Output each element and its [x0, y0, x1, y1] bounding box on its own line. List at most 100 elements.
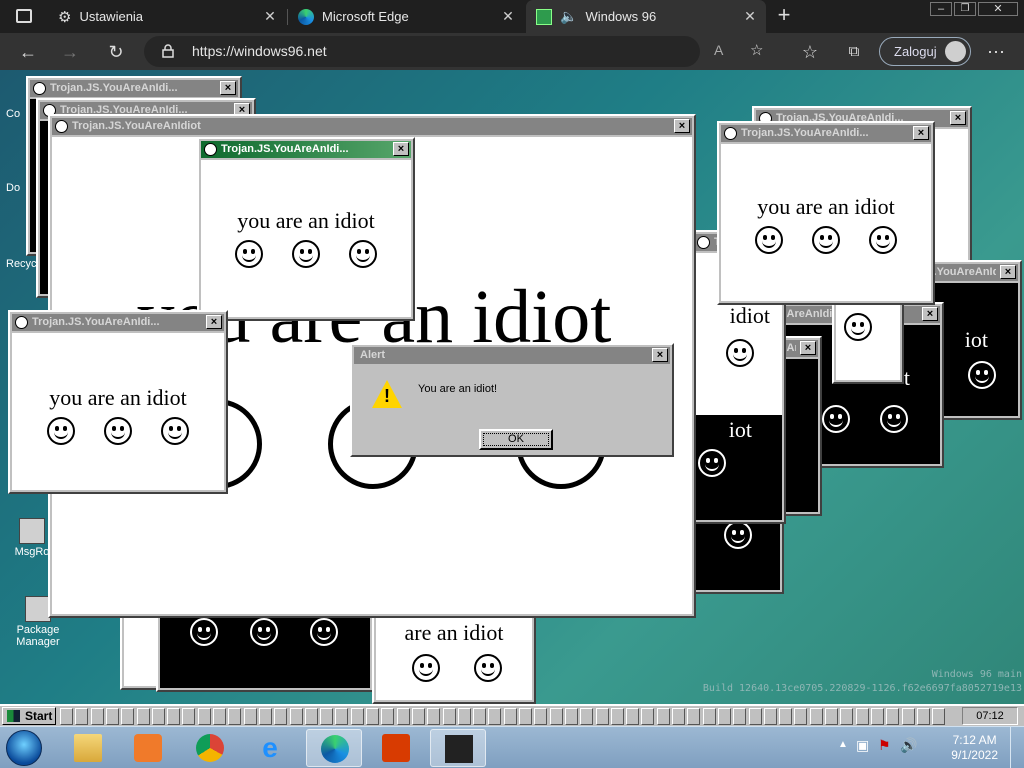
taskbar-window-button[interactable] [610, 708, 624, 725]
collections-icon[interactable]: ⧉ [840, 38, 868, 66]
close-button[interactable]: × [922, 307, 938, 321]
taskbar-window-button[interactable] [105, 708, 119, 725]
idiot-popup-window[interactable]: Trojan.JS.YouAreAnIdi... × you are an idi… [8, 310, 228, 494]
taskbar-window-button[interactable] [656, 708, 670, 725]
start-button[interactable]: Start [2, 707, 56, 725]
ok-button[interactable]: OK [479, 429, 553, 450]
close-button[interactable]: × [1000, 265, 1016, 279]
tab-windows96[interactable]: 🔈 Windows 96 ✕ [526, 0, 766, 33]
taskbar-window-button[interactable] [289, 708, 303, 725]
new-tab-button[interactable]: + [772, 4, 796, 28]
taskbar-window-button[interactable] [411, 708, 425, 725]
close-button[interactable]: × [652, 348, 668, 362]
idiot-popup-window[interactable]: are an idiot [372, 610, 536, 704]
taskbar-window-button[interactable] [473, 708, 487, 725]
tab-settings[interactable]: ⚙ Ustawienia ✕ [46, 0, 286, 33]
windows-start-orb-icon[interactable] [6, 730, 42, 766]
taskbar-window-button[interactable] [121, 708, 135, 725]
taskbar-window-button[interactable] [549, 708, 563, 725]
taskbar-window-button[interactable] [151, 708, 165, 725]
taskbar-window-button[interactable] [534, 708, 548, 725]
taskbar-window-button[interactable] [580, 708, 594, 725]
taskbar-window-button[interactable] [197, 708, 211, 725]
taskbar-window-button[interactable] [794, 708, 808, 725]
taskbar-window-button[interactable] [748, 708, 762, 725]
taskbar-window-button[interactable] [167, 708, 181, 725]
desktop-icon-msgroom[interactable]: MsgRo [12, 518, 52, 558]
taskbar-window-button[interactable] [702, 708, 716, 725]
taskbar-window-button[interactable] [672, 708, 685, 725]
action-center-icon[interactable]: ⚑ [878, 737, 891, 754]
idiot-popup-window-active[interactable]: Trojan.JS.YouAreAnIdi... × you are an idi… [197, 137, 415, 321]
tab-actions-icon[interactable] [16, 9, 32, 23]
taskbar-window-button[interactable] [916, 708, 930, 725]
window-maximize-button[interactable]: ❐ [954, 2, 976, 16]
taskbar-window-button[interactable] [75, 708, 89, 725]
taskbar-window-button[interactable] [213, 708, 226, 725]
close-icon[interactable]: ✕ [262, 8, 278, 24]
taskbar-window-button[interactable] [886, 708, 900, 725]
taskbar-window-button[interactable] [182, 708, 196, 725]
window-minimize-button[interactable]: – [930, 2, 952, 16]
address-bar[interactable]: https://windows96.net A ☆ [144, 36, 763, 67]
taskbar-window-button[interactable] [258, 708, 272, 725]
taskbar-window-button[interactable] [228, 708, 242, 725]
os-clock[interactable]: 7:12 AM 9/1/2022 [951, 733, 998, 763]
taskbar-window-button[interactable] [840, 708, 854, 725]
taskbar-window-button[interactable] [304, 708, 318, 725]
more-menu-icon[interactable]: ⋯ [982, 38, 1010, 66]
taskbar-window-button[interactable] [595, 708, 609, 725]
taskbar-window-button[interactable] [503, 708, 517, 725]
window-close-button[interactable]: ✕ [978, 2, 1018, 16]
taskbar-window-button[interactable] [381, 708, 395, 725]
alert-dialog[interactable]: Alert × ! You are an idiot! OK [350, 343, 674, 457]
refresh-icon[interactable]: ↻ [102, 38, 130, 66]
show-hidden-icons-arrow-icon[interactable]: ▲ [838, 739, 848, 750]
desktop-icon-recycle-bin[interactable]: Recyc [6, 258, 37, 270]
taskbar-window-button[interactable] [809, 708, 823, 725]
taskbar-window-button[interactable] [932, 708, 946, 725]
close-icon[interactable]: ✕ [742, 8, 758, 24]
desktop-icon-computer[interactable]: Co [6, 108, 20, 120]
close-button[interactable]: × [674, 119, 690, 133]
forward-arrow-icon[interactable]: → [56, 38, 84, 66]
taskbar-window-button[interactable] [641, 708, 655, 725]
taskbar-window-button[interactable] [442, 708, 456, 725]
taskbar-window-button[interactable] [717, 708, 731, 725]
taskbar-window-button[interactable] [564, 708, 578, 725]
taskbar-window-button[interactable] [274, 708, 288, 725]
close-icon[interactable]: ✕ [500, 8, 516, 24]
taskbar-app-internet-explorer[interactable]: e [242, 729, 298, 767]
add-favorite-icon[interactable]: ☆ [750, 41, 763, 59]
profile-button[interactable]: Zaloguj [879, 37, 971, 66]
taskbar-window-button[interactable] [870, 708, 884, 725]
close-button[interactable]: × [913, 126, 929, 140]
taskbar-window-button[interactable] [519, 708, 532, 725]
taskbar-window-button[interactable] [626, 708, 640, 725]
taskbar-window-button[interactable] [763, 708, 777, 725]
taskbar-window-button[interactable] [60, 708, 73, 725]
taskbar-window-button[interactable] [243, 708, 257, 725]
taskbar-window-button[interactable] [457, 708, 471, 725]
taskbar-window-button[interactable] [733, 708, 747, 725]
close-button[interactable]: × [220, 81, 236, 95]
taskbar-window-button[interactable] [136, 708, 150, 725]
taskbar-window-button[interactable] [488, 708, 502, 725]
desktop-icon-documents[interactable]: Do [6, 182, 20, 194]
close-button[interactable]: × [950, 111, 966, 125]
speaker-icon[interactable]: 🔈 [560, 8, 577, 25]
taskbar-app-office[interactable] [368, 729, 424, 767]
close-button[interactable]: × [393, 142, 409, 156]
taskbar-window-button[interactable] [350, 708, 364, 725]
taskbar-app-media-player[interactable] [120, 729, 176, 767]
taskbar-window-button[interactable] [855, 708, 869, 725]
taskbar-window-button[interactable] [396, 708, 410, 725]
back-arrow-icon[interactable]: ← [14, 38, 42, 66]
favorites-icon[interactable]: ☆ [796, 38, 824, 66]
taskbar-window-button[interactable] [901, 708, 915, 725]
taskbar-app-edge[interactable] [306, 729, 362, 767]
taskbar-app-butterfly[interactable] [430, 729, 486, 767]
taskbar-app-file-explorer[interactable] [60, 729, 116, 767]
close-button[interactable]: × [800, 341, 816, 355]
taskbar-app-chrome[interactable] [182, 729, 238, 767]
